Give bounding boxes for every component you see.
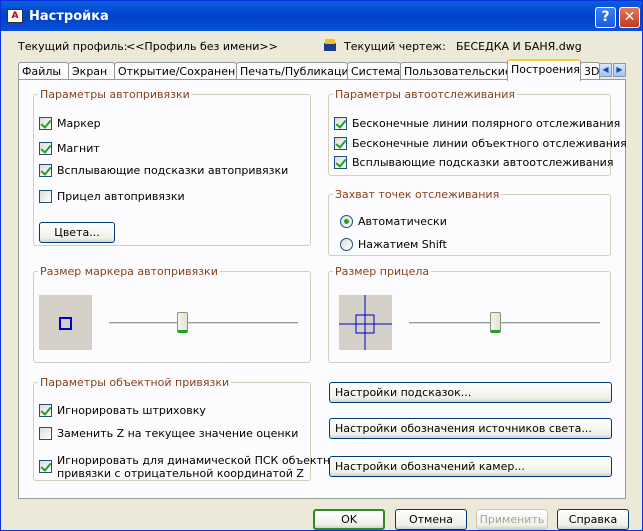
autotrack-legend: Параметры автоотслеживания xyxy=(335,88,515,101)
acquisition-auto-label: Автоматически xyxy=(358,215,447,228)
acquisition-legend: Захват точек отслеживания xyxy=(335,188,500,201)
marker-size-legend: Размер маркера автопривязки xyxy=(40,265,218,278)
aperture-size-legend: Размер прицела xyxy=(335,265,430,278)
drawing-label: Текущий чертеж: xyxy=(344,40,446,53)
window-title: Настройка xyxy=(29,9,109,24)
osnap-group: Параметры объектной привязки Игнорироват… xyxy=(33,376,346,481)
tooltip-settings-button[interactable]: Настройки подсказок... xyxy=(329,382,612,403)
tab-system[interactable]: Система xyxy=(347,62,401,80)
light-glyph-settings-button[interactable]: Настройки обозначения источников света..… xyxy=(329,418,612,439)
checkbox-box[interactable] xyxy=(39,460,52,473)
autosnap-group: Параметры автопривязки Маркер Магнит Всп… xyxy=(33,88,311,246)
help-button[interactable]: Справка xyxy=(557,509,629,530)
marker-square-icon xyxy=(59,317,72,330)
marker-size-group: Размер маркера автопривязки xyxy=(33,265,311,363)
osnap-legend: Параметры объектной привязки xyxy=(40,376,230,389)
autotrack-group: Параметры автоотслеживания Бесконечные л… xyxy=(328,88,627,176)
options-dialog: A Настройка ? ✕ Текущий профиль: <<Профи… xyxy=(0,0,643,531)
cancel-button[interactable]: Отмена xyxy=(395,509,467,530)
marker-size-track[interactable] xyxy=(109,322,298,325)
replace-z-label: Заменить Z на текущее значение оценки xyxy=(57,427,299,440)
checkbox-box[interactable] xyxy=(39,190,52,203)
checkbox-box[interactable] xyxy=(39,404,52,417)
close-button[interactable]: ✕ xyxy=(619,7,640,28)
tab-scroll-right-icon[interactable]: ▶ xyxy=(613,63,626,77)
aperture-size-track[interactable] xyxy=(409,322,600,325)
autosnap-legend: Параметры автопривязки xyxy=(40,88,190,101)
tab-panel: Параметры автопривязки Маркер Магнит Всп… xyxy=(18,79,627,499)
tab-drafting[interactable]: Построения xyxy=(507,59,581,81)
tab-display[interactable]: Экран xyxy=(68,62,115,80)
tab-3d[interactable]: 3D xyxy=(580,62,600,80)
marker-preview xyxy=(39,295,92,350)
tab-files[interactable]: Файлы xyxy=(18,62,69,80)
aperture-preview xyxy=(339,295,392,350)
autosnap-aperture-label: Прицел автопривязки xyxy=(57,190,185,203)
ignore-negative-z-label-line2: привязки с отрицательной координатой Z xyxy=(57,467,304,480)
ok-button[interactable]: OK xyxy=(313,509,385,530)
acquisition-group: Захват точек отслеживания Автоматически … xyxy=(328,188,611,256)
title-bar: A Настройка ? ✕ xyxy=(1,1,642,31)
autotrack-tooltips-label: Всплывающие подсказки автоотслеживания xyxy=(352,156,614,169)
polar-tracking-label: Бесконечные линии полярного отслеживания xyxy=(352,117,621,130)
ignore-negative-z-label-line1: Игнорировать для динамической ПСК объект… xyxy=(57,454,346,467)
tab-scroll-left-icon[interactable]: ◀ xyxy=(599,63,612,77)
tab-user-preferences[interactable]: Пользовательские xyxy=(400,62,512,80)
profile-value: <<Профиль без имени>> xyxy=(126,40,278,53)
ignore-hatch-label: Игнорировать штриховку xyxy=(57,404,206,417)
radio-circle[interactable] xyxy=(340,238,353,251)
checkbox-box[interactable] xyxy=(39,427,52,440)
colors-button[interactable]: Цвета... xyxy=(39,222,115,243)
drawing-name: БЕСЕДКА И БАНЯ.dwg xyxy=(456,40,582,53)
marker-label: Маркер xyxy=(57,117,101,130)
marker-size-slider-thumb[interactable] xyxy=(177,312,188,333)
camera-glyph-settings-button[interactable]: Настройки обозначений камер... xyxy=(329,456,612,477)
checkbox-box[interactable] xyxy=(39,142,52,155)
checkbox-box[interactable] xyxy=(39,117,52,130)
checkbox-box[interactable] xyxy=(39,164,52,177)
checkbox-box[interactable] xyxy=(334,156,347,169)
autosnap-tooltips-label: Всплывающие подсказки автопривязки xyxy=(57,164,289,177)
crosshair-aperture-icon xyxy=(339,295,392,350)
magnet-label: Магнит xyxy=(57,142,100,155)
checkbox-box[interactable] xyxy=(334,117,347,130)
acquisition-shift-label: Нажатием Shift xyxy=(358,238,447,251)
profile-label: Текущий профиль: xyxy=(18,40,128,53)
drawing-icon xyxy=(324,39,336,51)
tab-open-save[interactable]: Открытие/Сохранение xyxy=(114,62,249,80)
help-title-button[interactable]: ? xyxy=(595,7,616,28)
radio-circle[interactable] xyxy=(340,215,353,228)
tab-plot-publish[interactable]: Печать/Публикация xyxy=(236,62,355,80)
object-tracking-label: Бесконечные линии объектного отслеживани… xyxy=(352,137,627,150)
app-icon: A xyxy=(7,9,23,23)
aperture-size-group: Размер прицела xyxy=(328,265,611,363)
apply-button[interactable]: Применить xyxy=(476,509,548,530)
checkbox-box[interactable] xyxy=(334,137,347,150)
aperture-size-slider-thumb[interactable] xyxy=(490,312,501,333)
